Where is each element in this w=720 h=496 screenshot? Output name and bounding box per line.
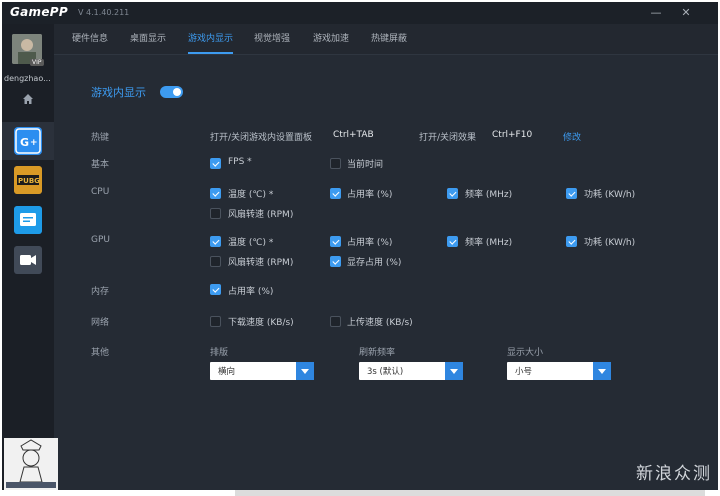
watermark: 新浪众测 [636,464,712,484]
layout-select-value: 横向 [218,367,236,377]
message-icon[interactable] [14,206,42,234]
cpu-freq-checkbox[interactable] [447,188,458,199]
tab-bar: 硬件信息 桌面显示 游戏内显示 视觉增强 游戏加速 热键屏蔽 [54,24,718,55]
gpu-power-checkbox[interactable] [566,236,577,247]
chevron-down-icon[interactable] [296,362,314,380]
cpu-temp-checkbox[interactable] [210,188,221,199]
mascot-image [4,438,58,490]
row-label-other: 其他 [91,348,110,358]
hotkey-value-panel[interactable]: Ctrl+TAB [333,130,374,140]
tab-ingame-display[interactable]: 游戏内显示 [188,24,234,54]
memory-usage-checkbox[interactable] [210,284,221,295]
home-icon[interactable] [22,90,34,104]
app-window: GamePP V 4.1.40.211 — ✕ VIP dengzhao... … [2,2,718,490]
svg-text:+: + [30,138,38,148]
row-label-cpu: CPU [91,187,110,197]
display-size-select[interactable]: 小号 [507,362,611,380]
gpu-temp-checkbox[interactable] [210,236,221,247]
gpu-vram-label: 显存占用 (%) [347,258,402,268]
svg-text:PUBG: PUBG [18,177,40,185]
row-label-hotkey: 热键 [91,133,110,143]
tab-desktop-display[interactable]: 桌面显示 [130,24,166,54]
display-size-label: 显示大小 [507,348,544,358]
gpu-fan-label: 风扇转速 (RPM) [228,258,294,268]
refresh-rate-select-value: 3s (默认) [367,367,404,377]
background-fragment [235,490,705,496]
minimize-button[interactable]: — [648,5,664,21]
cpu-freq-label: 频率 (MHz) [465,190,513,200]
upload-speed-checkbox[interactable] [330,316,341,327]
cpu-power-label: 功耗 (KW/h) [584,190,636,200]
section-title: 游戏内显示 [91,86,146,99]
svg-text:G: G [20,136,29,149]
hotkey-modify-link[interactable]: 修改 [563,130,581,143]
vip-badge: VIP [30,59,44,66]
memory-usage-label: 占用率 (%) [228,287,274,297]
sidebar: VIP dengzhao... G + PUBG [2,24,58,490]
cpu-power-checkbox[interactable] [566,188,577,199]
pubg-icon[interactable]: PUBG [14,166,42,194]
cpu-fan-checkbox[interactable] [210,208,221,219]
fps-label: FPS * [228,157,252,167]
download-speed-label: 下载速度 (KB/s) [228,318,294,328]
tab-hotkey-block[interactable]: 热键屏蔽 [371,24,407,54]
title-bar: GamePP V 4.1.40.211 — ✕ [2,2,718,24]
cpu-usage-label: 占用率 (%) [347,190,393,200]
layout-select[interactable]: 横向 [210,362,314,380]
layout-label: 排版 [210,348,229,358]
gamepp-plus-icon[interactable]: G + [14,127,42,155]
fps-checkbox[interactable] [210,158,221,169]
cpu-fan-label: 风扇转速 (RPM) [228,210,294,220]
refresh-rate-label: 刷新频率 [359,348,396,358]
download-speed-checkbox[interactable] [210,316,221,327]
display-size-select-value: 小号 [515,367,533,377]
gpu-vram-checkbox[interactable] [330,256,341,267]
gpu-usage-label: 占用率 (%) [347,238,393,248]
ingame-display-toggle[interactable] [160,86,183,98]
gpu-usage-checkbox[interactable] [330,236,341,247]
cpu-temp-label: 温度 (℃) * [228,190,274,200]
video-icon[interactable] [14,246,42,274]
main-panel: 游戏内显示 热键 打开/关闭游戏内设置面板 Ctrl+TAB 打开/关闭效果 C… [54,55,718,490]
app-logo: GamePP [10,5,68,19]
upload-speed-label: 上传速度 (KB/s) [347,318,413,328]
app-version: V 4.1.40.211 [78,8,130,17]
row-label-gpu: GPU [91,235,110,245]
hotkey-desc-effect: 打开/关闭效果 [419,133,477,143]
refresh-rate-select[interactable]: 3s (默认) [359,362,463,380]
cpu-usage-checkbox[interactable] [330,188,341,199]
hotkey-desc-panel: 打开/关闭游戏内设置面板 [210,133,313,143]
row-label-network: 网络 [91,318,110,328]
gpu-power-label: 功耗 (KW/h) [584,238,636,248]
row-label-basic: 基本 [91,160,110,170]
chevron-down-icon[interactable] [445,362,463,380]
tab-hardware-info[interactable]: 硬件信息 [72,24,108,54]
chevron-down-icon[interactable] [593,362,611,380]
close-button[interactable]: ✕ [678,5,694,21]
username: dengzhao... [4,74,51,83]
tab-visual-enhance[interactable]: 视觉增强 [254,24,290,54]
gpu-temp-label: 温度 (℃) * [228,238,274,248]
gpu-freq-label: 频率 (MHz) [465,238,513,248]
hotkey-value-effect[interactable]: Ctrl+F10 [492,130,532,140]
row-label-memory: 内存 [91,287,110,297]
current-time-checkbox[interactable] [330,158,341,169]
gpu-freq-checkbox[interactable] [447,236,458,247]
tab-game-boost[interactable]: 游戏加速 [313,24,349,54]
gpu-fan-checkbox[interactable] [210,256,221,267]
current-time-label: 当前时间 [347,160,384,170]
